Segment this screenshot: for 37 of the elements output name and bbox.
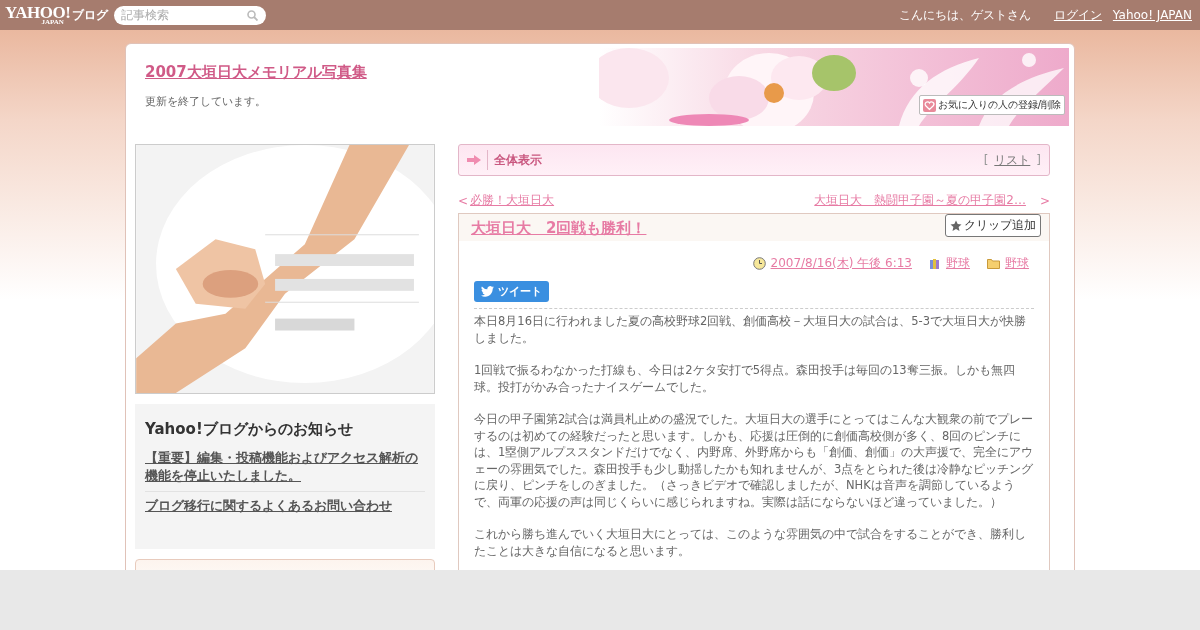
article-paragraph: 1回戦で振るわなかった打線も、今日は2ケタ安打で5得点。森田投手は毎回の13奪三振。しかも無四球。投打がかみ合ったナイスゲームでした。 [474,362,1016,395]
clock-icon [752,257,766,270]
heart-icon [922,98,936,112]
article-title[interactable]: 大垣日大 2回戦も勝利！ [471,219,945,238]
list-link[interactable]: リスト [994,151,1031,169]
header-link[interactable]: Yahoo! JAPAN [1112,8,1192,22]
blog-title[interactable]: 2007大垣日大メモリアル写真集 [145,63,367,82]
view-label: 全体表示 [494,151,542,169]
notice-link[interactable]: 【重要】編集・投稿機能およびアクセス解析の機能を停止いたしました。 [145,447,425,489]
notice-title: Yahoo!ブログからのお知らせ [145,420,354,439]
article-paragraph: 本日8月16日に行われました夏の高校野球2回戦、創価高校－大垣日大の試合は、5-3で大垣日大が快勝しました。 [474,313,1028,346]
category-link[interactable]: 野球 [1005,255,1029,272]
prev-mark: < [458,193,469,208]
theme-link[interactable]: 野球 [946,255,970,272]
tweet-button[interactable]: ツイート [474,281,549,302]
blog-subtitle: 更新を終了しています。 [145,94,267,109]
article-paragraph: 今日の甲子園第2試合は満員札止めの盛況でした。大垣日大の選手にとってはこんな大観衆の前でプレーするのは初めての経験だったと思います。しかも、応援は圧倒的に創価高校側が多く、8回のピンチには、1塁側アルプススタンドだけでなく、内野席、外野席からも「創価、創価」の大声援で、完全にアウェーの雰囲気でした。森田投手も少し動揺したかも知れませんが、3点をとられた後は冷静なピッチングに戻り、ピンチをしのぎました。（さっきビデオで確認しましたが、NHKは音声を調節しているようで、両軍の応援の声は同じくらいに感じられますね。実際は話にならないほど違っていました。） [474,411,1034,510]
next-mark: > [1039,193,1050,208]
bracket-text: [ [983,153,989,167]
date-link[interactable]: 2007/8/16(木) 午後 6:13 [770,255,912,272]
star-icon [950,219,962,232]
header-link[interactable]: ログイン [1053,6,1102,24]
bird-icon [481,286,494,297]
search-icon[interactable] [247,9,259,21]
prev-post-link[interactable]: 必勝！大垣日大 [470,192,555,209]
article-paragraph: これから勝ち進んでいく大垣日大にとっては、このような雰囲気の中で試合をすることができ、勝利したことは大きな自信になると思います。 [474,526,1027,559]
service-name: ブログ [72,6,109,24]
favorite-button[interactable]: お気に入りの人の登録/削除 [918,95,1065,115]
clip-button[interactable]: クリップ追加 [945,214,1041,237]
arrow-icon [467,155,481,165]
greeting-text: こんにちは、ゲストさん [898,6,1031,24]
books-icon [929,257,941,270]
bracket-text: ] [1036,153,1041,167]
next-post-link[interactable]: 大垣日大 熱闘甲子園～夏の甲子園2… [814,192,1026,209]
folder-icon [987,258,1000,269]
search-field[interactable]: 記事検索 [114,5,267,25]
notice-link[interactable]: ブログ移行に関するよくあるお問い合わせ [145,491,425,519]
